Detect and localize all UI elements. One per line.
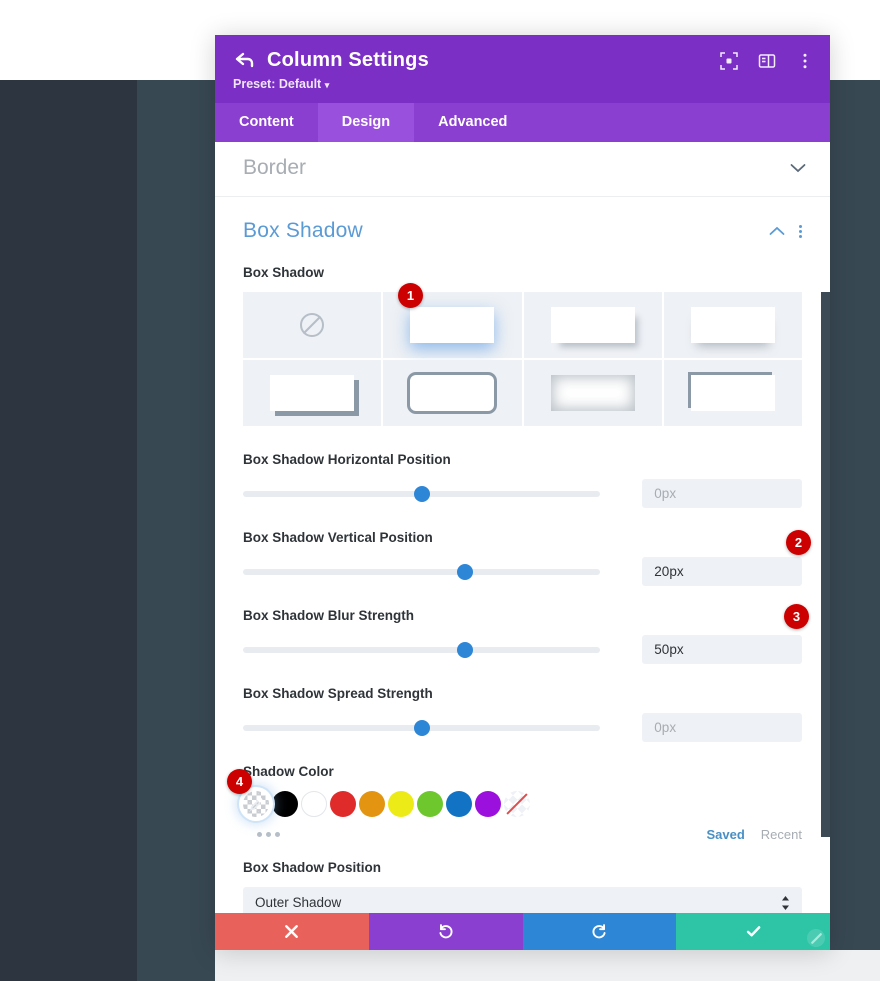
swatch-blue[interactable] [446,791,472,817]
focus-frame-icon[interactable] [720,52,738,70]
panel-layout-icon[interactable] [758,52,776,70]
page-background-dark-left [0,80,137,981]
screenshot-root: Column Settings Preset: Default ▾ Conten… [0,0,880,981]
box-shadow-position-select[interactable]: Outer Shadow [243,887,802,913]
swatch-red[interactable] [330,791,356,817]
slider-value-input[interactable]: 0px [642,713,802,742]
select-spinner-icon [781,895,790,910]
settings-scroll-area[interactable]: Border Box Shadow Box Shadow Box Shadow … [215,142,830,913]
chevron-up-icon[interactable] [769,223,785,240]
resize-grip-icon[interactable] [807,929,825,947]
section-box-shadow: Box Shadow Box Shadow Box Shadow Horizon… [215,197,830,913]
shadow-swatch [550,375,635,411]
back-arrow-icon[interactable] [233,50,255,72]
slider-value-input[interactable]: 0px [642,479,802,508]
page-title: Column Settings [267,49,429,71]
shadow-color-label: Shadow Color [243,764,334,779]
preset-label: Preset: Default [233,77,322,91]
swatch-transparent-eyedropper[interactable] [243,791,269,817]
shadow-color-field: Shadow Color Saved Recent [243,764,802,842]
saved-colors-tab[interactable]: Saved [706,827,744,842]
preset-selector[interactable]: Preset: Default ▾ [233,77,812,91]
shadow-swatch [410,375,495,411]
annotation-badge-2: 2 [786,530,811,555]
modal-footer [215,913,830,950]
swatch-orange[interactable] [359,791,385,817]
slider-label: Box Shadow Blur Strength [243,608,415,623]
select-value: Outer Shadow [255,895,342,910]
swatch-yellow[interactable] [388,791,414,817]
annotation-badge-3: 3 [784,604,809,629]
slider-track[interactable] [243,640,601,660]
swatch-purple[interactable] [475,791,501,817]
box-shadow-position-field: Box Shadow Position Outer Shadow [243,860,802,913]
slider-value-input[interactable]: 20px [642,557,802,586]
modal-header: Column Settings Preset: Default ▾ [215,35,830,103]
slider-track[interactable] [243,718,601,738]
preset-tile-outline[interactable] [383,360,522,426]
preset-tile-soft-bottom[interactable] [663,292,802,358]
tab-content[interactable]: Content [215,103,318,142]
preset-tile-top-left-offset[interactable] [663,360,802,426]
header-icon-group [720,52,814,70]
box-shadow-preset-grid [243,292,802,426]
redo-button[interactable] [522,913,677,950]
cancel-button[interactable] [215,913,369,950]
kebab-menu-icon[interactable] [796,52,814,70]
undo-button[interactable] [368,913,523,950]
swatch-black[interactable] [272,791,298,817]
slider-thumb[interactable] [456,563,473,580]
more-colors-icon[interactable] [243,832,280,837]
annotation-badge-1: 1 [398,283,423,308]
box-shadow-position-label: Box Shadow Position [243,860,382,875]
preset-tile-inner[interactable] [523,360,662,426]
slider-thumb[interactable] [456,641,473,658]
no-shadow-icon [300,313,325,337]
slider-label: Box Shadow Horizontal Position [243,452,451,467]
slider-label: Box Shadow Vertical Position [243,530,433,545]
page-background-dark-right-edge [830,80,880,950]
page-background-dark-right [137,80,215,981]
slider-horizontal-position: Box Shadow Horizontal Position 0px [243,452,802,508]
eyedropper-icon [248,796,264,812]
column-settings-modal: Column Settings Preset: Default ▾ Conten… [215,35,830,950]
shadow-swatch [690,307,775,343]
slider-vertical-position: Box Shadow Vertical Position 20px [243,530,802,586]
save-button[interactable] [676,913,830,950]
page-background-bottom [215,950,880,981]
slider-blur-strength: Box Shadow Blur Strength 50px [243,608,802,664]
chevron-down-icon[interactable] [790,160,806,177]
shadow-swatch [690,375,775,411]
recent-colors-tab[interactable]: Recent [761,827,802,842]
annotation-badge-4: 4 [227,769,252,794]
slider-thumb[interactable] [413,719,430,736]
shadow-swatch [550,307,635,343]
preset-tile-hard-offset[interactable] [243,360,382,426]
swatch-white[interactable] [301,791,327,817]
section-box-shadow-title: Box Shadow [243,219,363,242]
swatch-no-color[interactable] [504,791,530,817]
shadow-swatch [410,307,495,343]
swatch-green[interactable] [417,791,443,817]
tab-design[interactable]: Design [317,103,415,142]
section-border[interactable]: Border [215,142,830,197]
tab-bar: Content Design Advanced [215,103,830,142]
slider-value-input[interactable]: 50px [642,635,802,664]
tab-advanced[interactable]: Advanced [414,103,531,142]
preset-tile-none[interactable] [243,292,382,358]
section-kebab-menu-icon[interactable] [799,224,802,238]
slider-thumb[interactable] [413,485,430,502]
color-swatch-row [243,791,802,817]
slider-label: Box Shadow Spread Strength [243,686,433,701]
slider-track[interactable] [243,562,601,582]
box-shadow-field-label: Box Shadow [243,265,325,280]
section-border-title: Border [243,156,307,179]
shadow-swatch [270,375,355,411]
chevron-down-icon: ▾ [324,80,330,90]
slider-spread-strength: Box Shadow Spread Strength 0px [243,686,802,742]
slider-track[interactable] [243,484,601,504]
vertical-scrollbar[interactable] [821,292,830,837]
preset-tile-soft-bottom-right[interactable] [523,292,662,358]
